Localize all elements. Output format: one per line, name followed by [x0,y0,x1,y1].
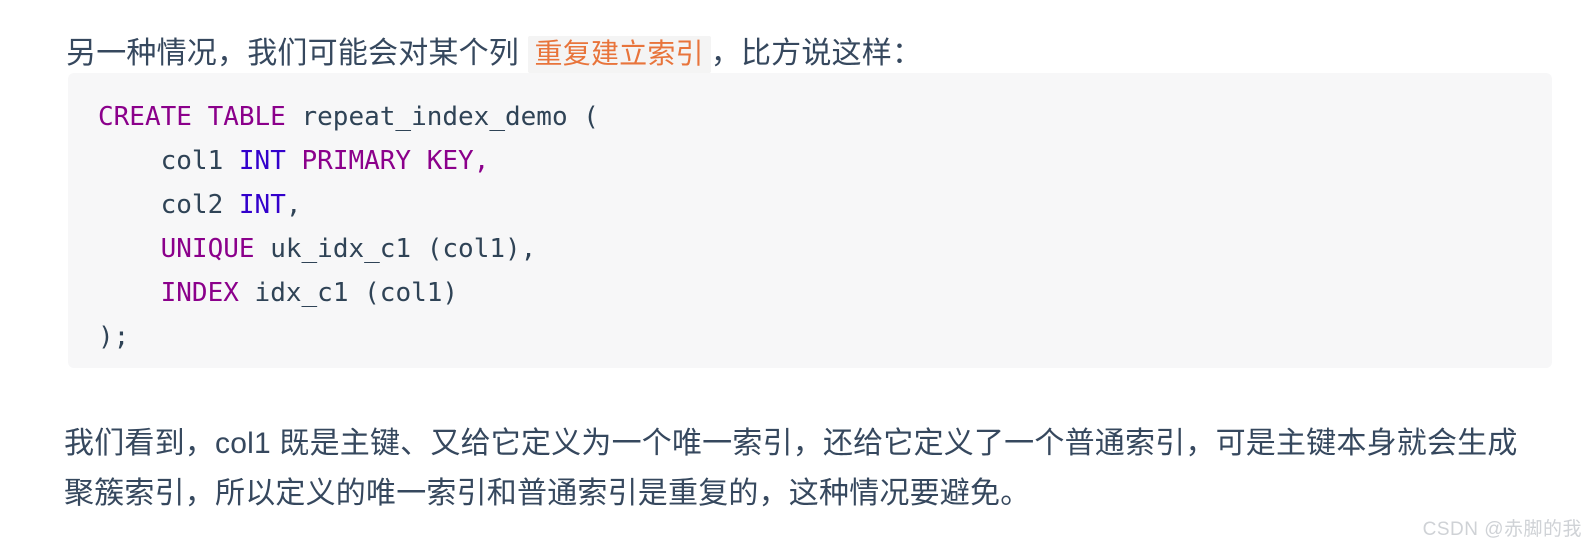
article-page: 另一种情况，我们可能会对某个列 重复建立索引 ，比方说这样： CREATE TAB… [0,0,1595,549]
code-token-plain: repeat_index_demo ( [285,102,599,132]
code-token-plain: col2 [98,190,239,220]
code-line: UNIQUE uk_idx_c1 (col1), [68,227,1552,271]
intro-paragraph: 另一种情况，我们可能会对某个列 重复建立索引 ，比方说这样： [66,31,1536,77]
code-token-keyword: INDEX [160,278,239,308]
code-line: col2 INT, [68,183,1552,227]
highlighted-term: 重复建立索引 [527,36,711,73]
code-token-keyword: , [473,146,490,176]
code-token-plain: idx_c1 (col1) [238,278,459,308]
code-lines-container: CREATE TABLE repeat_index_demo ( col1 IN… [68,95,1552,359]
sql-code-block[interactable]: CREATE TABLE repeat_index_demo ( col1 IN… [68,73,1552,368]
code-line: ); [68,315,1552,359]
code-token-type: INT [238,190,286,220]
code-token-keyword: PRIMARY KEY [301,146,474,176]
intro-text-before: 另一种情况，我们可能会对某个列 [66,37,528,70]
code-line: col1 INT PRIMARY KEY, [68,139,1552,183]
code-token-plain: , [285,190,302,220]
code-token-plain: col1 [98,146,239,176]
csdn-watermark: CSDN @赤脚的我 [1422,519,1582,540]
code-token-keyword: CREATE TABLE [98,102,286,132]
closing-paragraph: 我们看到，col1 既是主键、又给它定义为一个唯一索引，还给它定义了一个普通索引… [64,427,1518,510]
code-line: INDEX idx_c1 (col1) [68,271,1552,315]
intro-text-after: ，比方说这样： [710,37,923,70]
code-line: CREATE TABLE repeat_index_demo ( [68,95,1552,139]
code-token-plain: ); [98,322,130,352]
code-token-type: INT [238,146,286,176]
code-token-keyword: UNIQUE [160,234,255,264]
code-token-plain: uk_idx_c1 (col1), [254,234,537,264]
